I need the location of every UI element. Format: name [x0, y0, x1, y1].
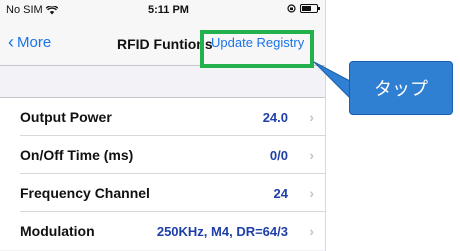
chevron-right-icon: › [309, 185, 314, 201]
row-label: Output Power [20, 109, 112, 125]
clock: 5:11 PM [148, 4, 189, 16]
row-label: Frequency Channel [20, 185, 150, 201]
carrier: No SIM [6, 4, 58, 16]
carrier-label: No SIM [6, 4, 43, 16]
row-on-off-time[interactable]: On/Off Time (ms) 0/0 › [0, 136, 325, 174]
status-right [287, 4, 320, 13]
row-label: Modulation [20, 223, 95, 239]
row-value: 24 [273, 185, 288, 201]
row-value: 24.0 [262, 109, 288, 125]
back-label: More [17, 34, 52, 51]
battery-icon [300, 4, 320, 13]
chevron-right-icon: › [309, 223, 314, 239]
row-label: On/Off Time (ms) [20, 147, 134, 163]
status-bar: No SIM 5:11 PM [0, 0, 325, 20]
highlight-box [200, 30, 314, 68]
row-value: 250KHz, M4, DR=64/3 [156, 223, 288, 239]
row-value: 0/0 [269, 147, 288, 163]
page-title: RFID Funtions [117, 36, 213, 52]
chevron-left-icon: ‹ [8, 32, 14, 52]
wifi-icon [45, 5, 58, 14]
chevron-right-icon: › [309, 147, 314, 163]
rotation-lock-icon [287, 4, 296, 13]
row-output-power[interactable]: Output Power 24.0 › [0, 98, 325, 136]
back-button[interactable]: ‹ More [8, 32, 52, 52]
row-modulation[interactable]: Modulation 250KHz, M4, DR=64/3 › [0, 212, 325, 250]
chevron-right-icon: › [309, 109, 314, 125]
tap-callout: タップ [349, 61, 453, 115]
row-frequency-channel[interactable]: Frequency Channel 24 › [0, 174, 325, 212]
callout-text: タップ [374, 79, 428, 99]
settings-list: Output Power 24.0 › On/Off Time (ms) 0/0… [0, 97, 325, 250]
